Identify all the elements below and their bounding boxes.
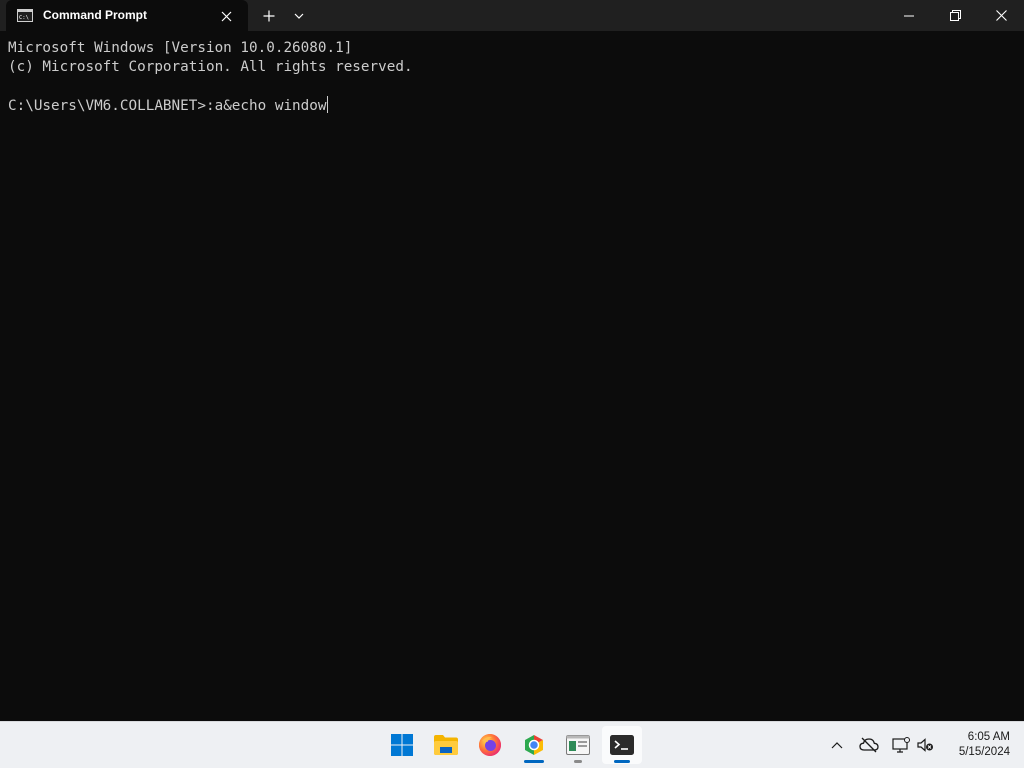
folder-icon [434, 735, 458, 755]
restore-icon [949, 10, 961, 21]
close-tab-button[interactable] [216, 6, 236, 26]
tab-dropdown-button[interactable] [288, 5, 310, 27]
title-bar: C:\ Command Prompt [0, 0, 1024, 31]
close-window-button[interactable] [978, 0, 1024, 31]
volume-mute-icon [917, 738, 933, 752]
terminal-area[interactable]: Microsoft Windows [Version 10.0.26080.1]… [0, 31, 1024, 721]
prompt: C:\Users\VM6.COLLABNET> [8, 98, 206, 114]
svg-text:C:\: C:\ [19, 15, 29, 21]
minimize-icon [904, 15, 914, 16]
tab-command-prompt[interactable]: C:\ Command Prompt [6, 0, 248, 31]
network-button[interactable] [890, 734, 912, 756]
network-icon [892, 737, 910, 753]
app-running-indicator [524, 760, 544, 763]
close-icon [995, 10, 1007, 21]
command-line[interactable]: C:\Users\VM6.COLLABNET>:a&echo window [8, 96, 328, 116]
firefox-icon [479, 734, 501, 756]
tab-title: Command Prompt [43, 8, 148, 22]
minimize-button[interactable] [886, 0, 932, 31]
file-explorer-button[interactable] [426, 726, 466, 764]
chrome-icon [525, 735, 543, 755]
screen: C:\ Command Prompt Microsoft Windows [Ve… [0, 0, 1024, 768]
cloud-offline-icon [859, 737, 879, 753]
terminal-line: Microsoft Windows [Version 10.0.26080.1] [8, 40, 353, 56]
volume-button[interactable] [914, 734, 936, 756]
app-window-button[interactable] [558, 726, 598, 764]
clock-time: 6:05 AM [967, 731, 1010, 743]
terminal-button[interactable] [602, 726, 642, 764]
app-active-indicator [614, 760, 630, 763]
text-cursor [326, 96, 328, 113]
app-running-indicator [574, 760, 582, 763]
terminal-line: (c) Microsoft Corporation. All rights re… [8, 59, 413, 75]
firefox-button[interactable] [470, 726, 510, 764]
terminal-icon [610, 735, 634, 755]
start-button[interactable] [382, 726, 422, 764]
onedrive-button[interactable] [858, 734, 880, 756]
taskbar: 6:05 AM 5/15/2024 [0, 721, 1024, 768]
chevron-up-icon [831, 742, 843, 749]
chrome-button[interactable] [514, 726, 554, 764]
chevron-down-icon [294, 13, 304, 19]
clock-date: 5/15/2024 [958, 746, 1010, 758]
close-icon [221, 11, 231, 21]
cmd-icon: C:\ [17, 9, 33, 22]
show-hidden-icons-button[interactable] [826, 734, 848, 756]
clock[interactable]: 6:05 AM 5/15/2024 [944, 730, 1010, 760]
plus-icon [263, 10, 275, 22]
new-tab-button[interactable] [258, 5, 280, 27]
maximize-button[interactable] [932, 0, 978, 31]
windows-logo-icon [391, 734, 413, 756]
app-window-icon [566, 735, 590, 755]
command-input[interactable]: :a&echo window [206, 98, 327, 114]
